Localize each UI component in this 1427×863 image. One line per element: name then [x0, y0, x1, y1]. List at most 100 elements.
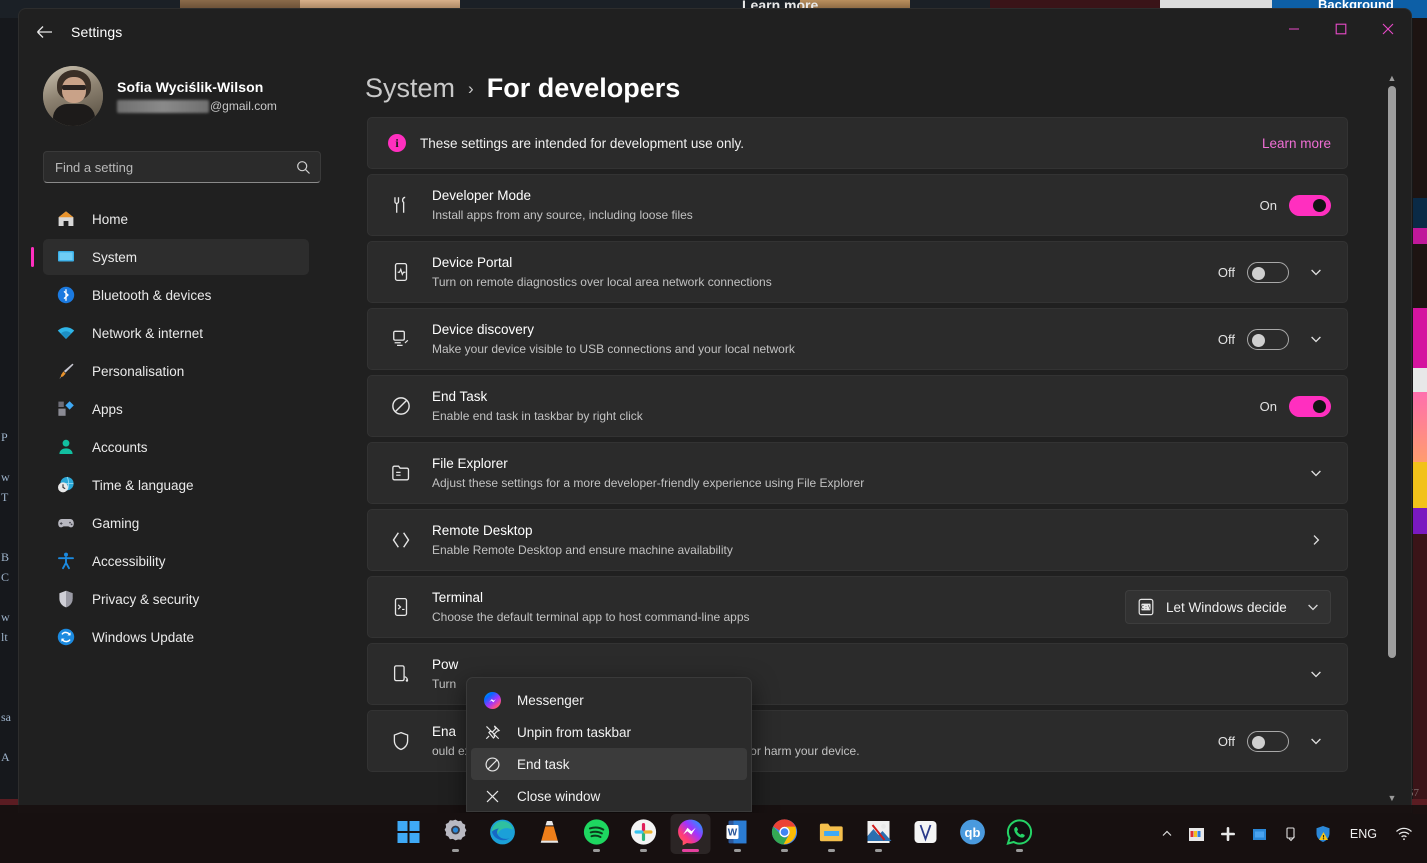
sidebar-item-time-language[interactable]: Time & language: [43, 467, 309, 503]
shield-icon: [55, 588, 77, 610]
taskbar-v-app[interactable]: [905, 814, 945, 854]
sidebar-item-network-internet[interactable]: Network & internet: [43, 315, 309, 351]
sidebar-item-label: Home: [92, 211, 129, 227]
sidebar-item-apps[interactable]: Apps: [43, 391, 309, 427]
chevron-up-icon[interactable]: [1155, 816, 1179, 852]
setting-row-file-explorer[interactable]: File Explorer Adjust these settings for a…: [367, 442, 1348, 504]
scrollbar-track[interactable]: [1388, 86, 1396, 790]
taskbar: Wqb ENG: [0, 805, 1427, 863]
edge-icon: [488, 818, 516, 851]
chrome-icon: [770, 818, 798, 851]
scroll-down-arrow[interactable]: ▼: [1388, 793, 1397, 803]
setting-row-device-portal[interactable]: Device Portal Turn on remote diagnostics …: [367, 241, 1348, 303]
taskbar-slack[interactable]: [623, 814, 663, 854]
unpin-icon: [483, 724, 501, 741]
taskbar-settings[interactable]: [435, 814, 475, 854]
sidebar-item-windows-update[interactable]: Windows Update: [43, 619, 309, 655]
taskbar-qbittorrent[interactable]: qb: [952, 814, 992, 854]
toggle-switch[interactable]: [1289, 194, 1331, 216]
scrollbar-thumb[interactable]: [1388, 86, 1396, 658]
context-menu-item-close-window[interactable]: Close window: [471, 780, 747, 811]
setting-subtitle: Choose the default terminal app to host …: [432, 609, 750, 624]
toggle-switch[interactable]: [1247, 328, 1289, 350]
context-menu-item-unpin-from-taskbar[interactable]: Unpin from taskbar: [471, 716, 747, 748]
language-indicator[interactable]: ENG: [1341, 816, 1386, 852]
setting-row-remote-desktop[interactable]: Remote Desktop Enable Remote Desktop and …: [367, 509, 1348, 571]
wifi-icon[interactable]: [1389, 816, 1419, 852]
setting-controls: Off: [1218, 726, 1331, 756]
paintbrush-icon: [55, 360, 77, 382]
taskbar-microsoft-edge[interactable]: [482, 814, 522, 854]
sidebar-item-accessibility[interactable]: Accessibility: [43, 543, 309, 579]
v-letter-icon: [911, 818, 939, 851]
sidebar-item-accounts[interactable]: Accounts: [43, 429, 309, 465]
sidebar-item-personalisation[interactable]: Personalisation: [43, 353, 309, 389]
whatsapp-icon: [1005, 818, 1033, 851]
chevron-down-icon[interactable]: [1301, 257, 1331, 287]
sidebar-item-home[interactable]: Home: [43, 201, 309, 237]
windows-security-warning-icon[interactable]: [1308, 816, 1338, 852]
sidebar: Sofia Wyciślik-Wilson @gmail.com Home Sys…: [19, 55, 321, 813]
usb-eject-tray-icon[interactable]: [1277, 816, 1305, 852]
taskbar-messenger[interactable]: [670, 814, 710, 854]
setting-row-developer-mode[interactable]: Developer Mode Install apps from any sour…: [367, 174, 1348, 236]
account-person-icon: [55, 436, 77, 458]
terminal-default-dropdown[interactable]: C:\ Let Windows decide: [1125, 590, 1331, 624]
search-input[interactable]: [43, 151, 321, 183]
running-indicator: [681, 849, 699, 852]
sidebar-item-privacy-security[interactable]: Privacy & security: [43, 581, 309, 617]
sidebar-item-system[interactable]: System: [31, 239, 309, 275]
taskbar-start-button[interactable]: [388, 814, 428, 854]
accessibility-person-icon: [55, 550, 77, 572]
taskbar-google-chrome[interactable]: [764, 814, 804, 854]
scroll-up-arrow[interactable]: ▲: [1388, 73, 1397, 83]
breadcrumb-root[interactable]: System: [365, 73, 455, 104]
folder-icon: [817, 818, 845, 851]
slack-tray-icon[interactable]: [1214, 816, 1242, 852]
settings-window: Settings Sofia Wyciślik-Wilson @gmail.co…: [18, 8, 1412, 813]
context-menu-item-messenger[interactable]: Messenger: [471, 684, 747, 716]
background-right-column: [1413, 18, 1427, 814]
running-indicator: [874, 849, 882, 852]
chevron-right-icon[interactable]: [1301, 525, 1331, 555]
taskbar-whatsapp[interactable]: [999, 814, 1039, 854]
toggle-switch[interactable]: [1289, 395, 1331, 417]
sidebar-item-bluetooth-devices[interactable]: Bluetooth & devices: [43, 277, 309, 313]
scrollbar[interactable]: ▲ ▼: [1385, 73, 1399, 803]
minimize-icon[interactable]: [1270, 9, 1317, 49]
taskbar-microsoft-word[interactable]: W: [717, 814, 757, 854]
spotify-icon: [582, 818, 610, 851]
learn-more-link[interactable]: Learn more: [1262, 136, 1331, 151]
account-summary[interactable]: Sofia Wyciślik-Wilson @gmail.com: [19, 55, 315, 129]
sidebar-item-label: Gaming: [92, 515, 140, 531]
taskbar-spotify[interactable]: [576, 814, 616, 854]
color-picker-tray-icon[interactable]: [1182, 816, 1211, 852]
sidebar-item-gaming[interactable]: Gaming: [43, 505, 309, 541]
chevron-down-icon[interactable]: [1301, 726, 1331, 756]
setting-controls: Off: [1218, 257, 1331, 287]
running-indicator: [592, 849, 600, 852]
setting-row-device-discovery[interactable]: Device discovery Make your device visible…: [367, 308, 1348, 370]
context-menu-label: End task: [517, 756, 570, 772]
search-icon[interactable]: [291, 155, 315, 179]
toggle-state-label: Off: [1217, 331, 1235, 347]
setting-row-terminal[interactable]: Terminal Choose the default terminal app …: [367, 576, 1348, 638]
maximize-icon[interactable]: [1317, 9, 1364, 49]
taskbar-file-explorer[interactable]: [811, 814, 851, 854]
chevron-down-icon[interactable]: [1301, 659, 1331, 689]
taskbar-vlc-media-player[interactable]: [529, 814, 569, 854]
taskbar-snipping-tool[interactable]: [858, 814, 898, 854]
context-menu-item-end-task[interactable]: End task: [471, 748, 747, 780]
toggle-switch[interactable]: [1247, 730, 1289, 752]
toggle-switch[interactable]: [1247, 261, 1289, 283]
chevron-down-icon[interactable]: [1301, 324, 1331, 354]
close-icon[interactable]: [1364, 9, 1411, 49]
back-arrow-icon[interactable]: [27, 17, 61, 47]
svg-text:W: W: [727, 827, 737, 838]
onedrive-tray-icon[interactable]: [1245, 816, 1274, 852]
setting-row-end-task[interactable]: End Task Enable end task in taskbar by ri…: [367, 375, 1348, 437]
avatar[interactable]: [43, 66, 103, 126]
setting-title: Pow: [432, 656, 459, 672]
dropdown-value: Let Windows decide: [1166, 599, 1287, 615]
chevron-down-icon[interactable]: [1301, 458, 1331, 488]
